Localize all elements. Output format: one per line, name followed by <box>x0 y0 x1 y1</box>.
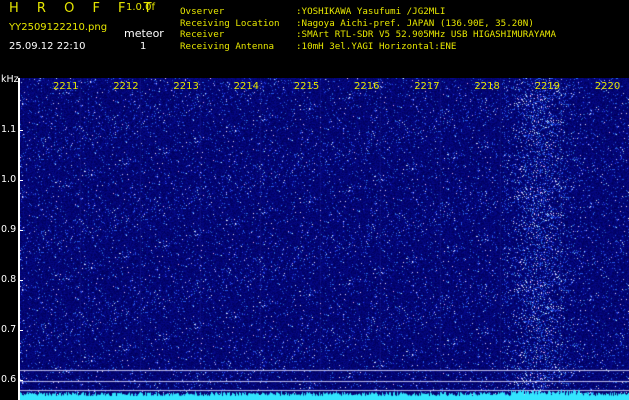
time-tick-label: 2214 <box>233 81 260 92</box>
observer-value: :YOSHIKAWA Yasufumi /JG2MLI <box>296 6 446 17</box>
antenna-value: :10mH 3el.YAGI Horizontal:ENE <box>296 40 457 52</box>
y-tick-mark <box>18 180 23 181</box>
y-tick-label: 1.0 <box>1 174 17 185</box>
y-axis-unit: kHz <box>1 74 19 85</box>
time-tick-label: 2216 <box>354 81 380 92</box>
time-tick-label: 2213 <box>173 81 199 92</box>
y-tick-mark <box>18 280 23 281</box>
time-tick-label: 2217 <box>414 81 440 92</box>
spectrogram-canvas <box>20 78 629 400</box>
time-tick-label: 2215 <box>293 81 320 92</box>
time-tick-label: 2220 <box>594 81 621 92</box>
meteor-count-value: 1 <box>140 41 147 52</box>
y-tick-mark <box>18 130 23 131</box>
y-tick-label: 0.8 <box>1 274 17 285</box>
location-key: Receiving Location <box>180 17 280 29</box>
time-tick-label: 2218 <box>474 81 500 92</box>
antenna-key: Receiving Antenna <box>180 40 275 52</box>
receiver-key: Receiver <box>180 29 225 40</box>
y-tick-label: 1.1 <box>1 124 17 135</box>
observer-key: Ovserver <box>180 6 225 17</box>
y-tick-label: 0.6 <box>1 374 17 385</box>
meteor-count-label: meteor <box>124 27 164 40</box>
receiver-value: :SMArt RTL-SDR V5 52.905MHz USB HIGASHIM… <box>296 29 556 40</box>
spectrogram-area <box>20 78 629 400</box>
image-filename: YY2509122210.png <box>9 22 108 33</box>
y-tick-mark <box>18 380 23 381</box>
time-tick-label: 2219 <box>534 81 561 92</box>
time-tick-label: 2212 <box>113 81 139 92</box>
y-tick-mark <box>18 330 23 331</box>
header-panel: H R O F F T 1.0.0f YY2509122210.png 25.0… <box>0 0 629 75</box>
location-value: :Nagoya Aichi-pref. JAPAN (136.90E, 35.2… <box>296 17 534 29</box>
app-version: 1.0.0f <box>126 2 155 13</box>
y-tick-label: 0.7 <box>1 324 17 335</box>
y-tick-label: 0.9 <box>1 224 17 235</box>
y-axis-line <box>18 78 20 400</box>
y-tick-mark <box>18 230 23 231</box>
capture-datetime: 25.09.12 22:10 <box>9 41 86 52</box>
time-tick-label: 2211 <box>53 81 79 92</box>
